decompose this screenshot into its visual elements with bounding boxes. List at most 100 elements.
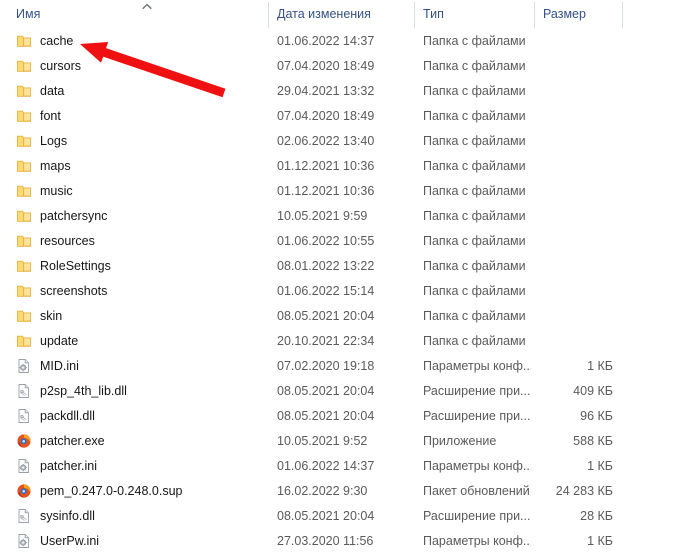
file-list-row[interactable]: cache 01.06.2022 14:37 Папка с файлами	[0, 28, 698, 53]
file-name-cell[interactable]: packdll.dll	[16, 403, 95, 428]
file-name-label: skin	[40, 308, 63, 323]
file-name-cell[interactable]: screenshots	[16, 278, 107, 303]
file-list-row[interactable]: skin 08.05.2021 20:04 Папка с файлами	[0, 303, 698, 328]
file-list-row[interactable]: maps 01.12.2021 10:36 Папка с файлами	[0, 153, 698, 178]
file-name-cell[interactable]: update	[16, 328, 78, 353]
column-divider-3[interactable]	[534, 2, 535, 28]
file-size-cell	[500, 178, 613, 203]
file-name-cell[interactable]: data	[16, 78, 64, 103]
folder-icon	[16, 33, 32, 49]
folder-icon	[16, 283, 32, 299]
file-name-cell[interactable]: UserPw.ini	[16, 528, 99, 553]
file-size-cell	[500, 153, 613, 178]
file-name-cell[interactable]: sysinfo.dll	[16, 503, 95, 528]
file-name-label: patcher.ini	[40, 458, 97, 473]
file-name-cell[interactable]: skin	[16, 303, 62, 328]
file-name-cell[interactable]: MID.ini	[16, 353, 79, 378]
file-name-cell[interactable]: patchersync	[16, 203, 107, 228]
column-divider-4[interactable]	[622, 2, 623, 28]
file-date-modified-cell: 01.06.2022 14:37	[277, 33, 375, 48]
file-name-cell[interactable]: patcher.exe	[16, 428, 105, 453]
file-list-row[interactable]: p2sp_4th_lib.dll 08.05.2021 20:04 Расширен…	[0, 378, 698, 403]
file-list-column-header: Имя Дата изменения Тип Размер	[0, 0, 698, 28]
file-name-label: Logs	[40, 133, 68, 148]
file-list-row[interactable]: patcher.ini 01.06.2022 14:37 Параметры кон…	[0, 453, 698, 478]
file-date-modified-cell: 07.04.2020 18:49	[277, 58, 375, 73]
file-list-row[interactable]: patcher.exe 10.05.2021 9:52 Приложение 588 …	[0, 428, 698, 453]
file-date-modified-cell: 01.06.2022 15:14	[277, 283, 375, 298]
file-name-cell[interactable]: font	[16, 103, 61, 128]
file-list-row[interactable]: screenshots 01.06.2022 15:14 Папка с файла…	[0, 278, 698, 303]
folder-icon	[16, 83, 32, 99]
folder-icon	[16, 58, 32, 74]
file-list-row[interactable]: MID.ini 07.02.2020 19:18 Параметры конф...…	[0, 353, 698, 378]
file-name-label: patchersync	[40, 208, 108, 223]
file-date-modified-cell: 01.06.2022 14:37	[277, 458, 375, 473]
folder-icon	[16, 208, 32, 224]
file-size-cell: 1 КБ	[587, 533, 613, 548]
column-header-date-modified-label: Дата изменения	[277, 7, 371, 21]
file-size-cell: 24 283 КБ	[555, 483, 613, 498]
dll-file-icon	[16, 408, 32, 424]
file-name-label: font	[40, 108, 61, 123]
file-date-modified-cell: 01.12.2021 10:36	[277, 183, 375, 198]
file-size-cell	[500, 278, 613, 303]
file-name-cell[interactable]: pem_0.247.0-0.248.0.sup	[16, 478, 182, 503]
file-name-cell[interactable]: music	[16, 178, 73, 203]
file-list-row[interactable]: cursors 07.04.2020 18:49 Папка с файлами	[0, 53, 698, 78]
file-name-cell[interactable]: resources	[16, 228, 95, 253]
file-date-modified-cell: 07.04.2020 18:49	[277, 108, 375, 123]
column-header-date-modified[interactable]: Дата изменения	[277, 0, 371, 28]
file-name-label: resources	[40, 233, 95, 248]
file-list-row[interactable]: font 07.04.2020 18:49 Папка с файлами	[0, 103, 698, 128]
folder-icon	[16, 158, 32, 174]
file-date-modified-cell: 08.01.2022 13:22	[277, 258, 375, 273]
file-name-label: maps	[40, 158, 71, 173]
sort-ascending-icon	[140, 2, 154, 12]
file-list-row[interactable]: patchersync 10.05.2021 9:59 Папка с файлам…	[0, 203, 698, 228]
column-header-size[interactable]: Размер	[543, 0, 586, 28]
config-file-icon	[16, 358, 32, 374]
file-name-label: pem_0.247.0-0.248.0.sup	[40, 483, 183, 498]
file-list-row[interactable]: packdll.dll 08.05.2021 20:04 Расширение пр…	[0, 403, 698, 428]
file-list-row[interactable]: UserPw.ini 27.03.2020 11:56 Параметры конф…	[0, 528, 698, 553]
file-date-modified-cell: 08.05.2021 20:04	[277, 408, 375, 423]
file-name-cell[interactable]: maps	[16, 153, 71, 178]
file-name-label: UserPw.ini	[40, 533, 100, 548]
dll-file-icon	[16, 383, 32, 399]
file-list-row[interactable]: RoleSettings 08.01.2022 13:22 Папка с файл…	[0, 253, 698, 278]
file-name-cell[interactable]: RoleSettings	[16, 253, 111, 278]
file-list-row[interactable]: Logs 02.06.2022 13:40 Папка с файлами	[0, 128, 698, 153]
column-divider-1[interactable]	[268, 2, 269, 28]
column-header-name[interactable]: Имя	[16, 0, 40, 28]
file-size-cell	[500, 228, 613, 253]
file-date-modified-cell: 20.10.2021 22:34	[277, 333, 375, 348]
dll-file-icon	[16, 508, 32, 524]
column-header-type[interactable]: Тип	[423, 0, 444, 28]
file-list-row[interactable]: pem_0.247.0-0.248.0.sup 16.02.2022 9:30 Па…	[0, 478, 698, 503]
file-name-cell[interactable]: cursors	[16, 53, 81, 78]
file-list-row[interactable]: resources 01.06.2022 10:55 Папка с файлами	[0, 228, 698, 253]
file-name-label: screenshots	[40, 283, 108, 298]
file-name-cell[interactable]: Logs	[16, 128, 67, 153]
column-header-name-label: Имя	[16, 7, 41, 21]
file-name-cell[interactable]: p2sp_4th_lib.dll	[16, 378, 127, 403]
file-list-row[interactable]: sysinfo.dll 08.05.2021 20:04 Расширение пр…	[0, 503, 698, 528]
folder-icon	[16, 258, 32, 274]
file-name-cell[interactable]: cache	[16, 28, 73, 53]
file-list-row[interactable]: update 20.10.2021 22:34 Папка с файлами	[0, 328, 698, 353]
file-date-modified-cell: 10.05.2021 9:52	[277, 433, 368, 448]
file-date-modified-cell: 10.05.2021 9:59	[277, 208, 368, 223]
file-list-row[interactable]: data 29.04.2021 13:32 Папка с файлами	[0, 78, 698, 103]
file-name-label: sysinfo.dll	[40, 508, 95, 523]
config-file-icon	[16, 533, 32, 549]
file-size-cell: 28 КБ	[580, 508, 613, 523]
file-size-cell	[500, 303, 613, 328]
file-size-cell	[500, 253, 613, 278]
file-list-row[interactable]: music 01.12.2021 10:36 Папка с файлами	[0, 178, 698, 203]
file-name-cell[interactable]: patcher.ini	[16, 453, 97, 478]
file-name-label: data	[40, 83, 65, 98]
column-divider-2[interactable]	[414, 2, 415, 28]
folder-icon	[16, 133, 32, 149]
file-size-cell	[500, 78, 613, 103]
